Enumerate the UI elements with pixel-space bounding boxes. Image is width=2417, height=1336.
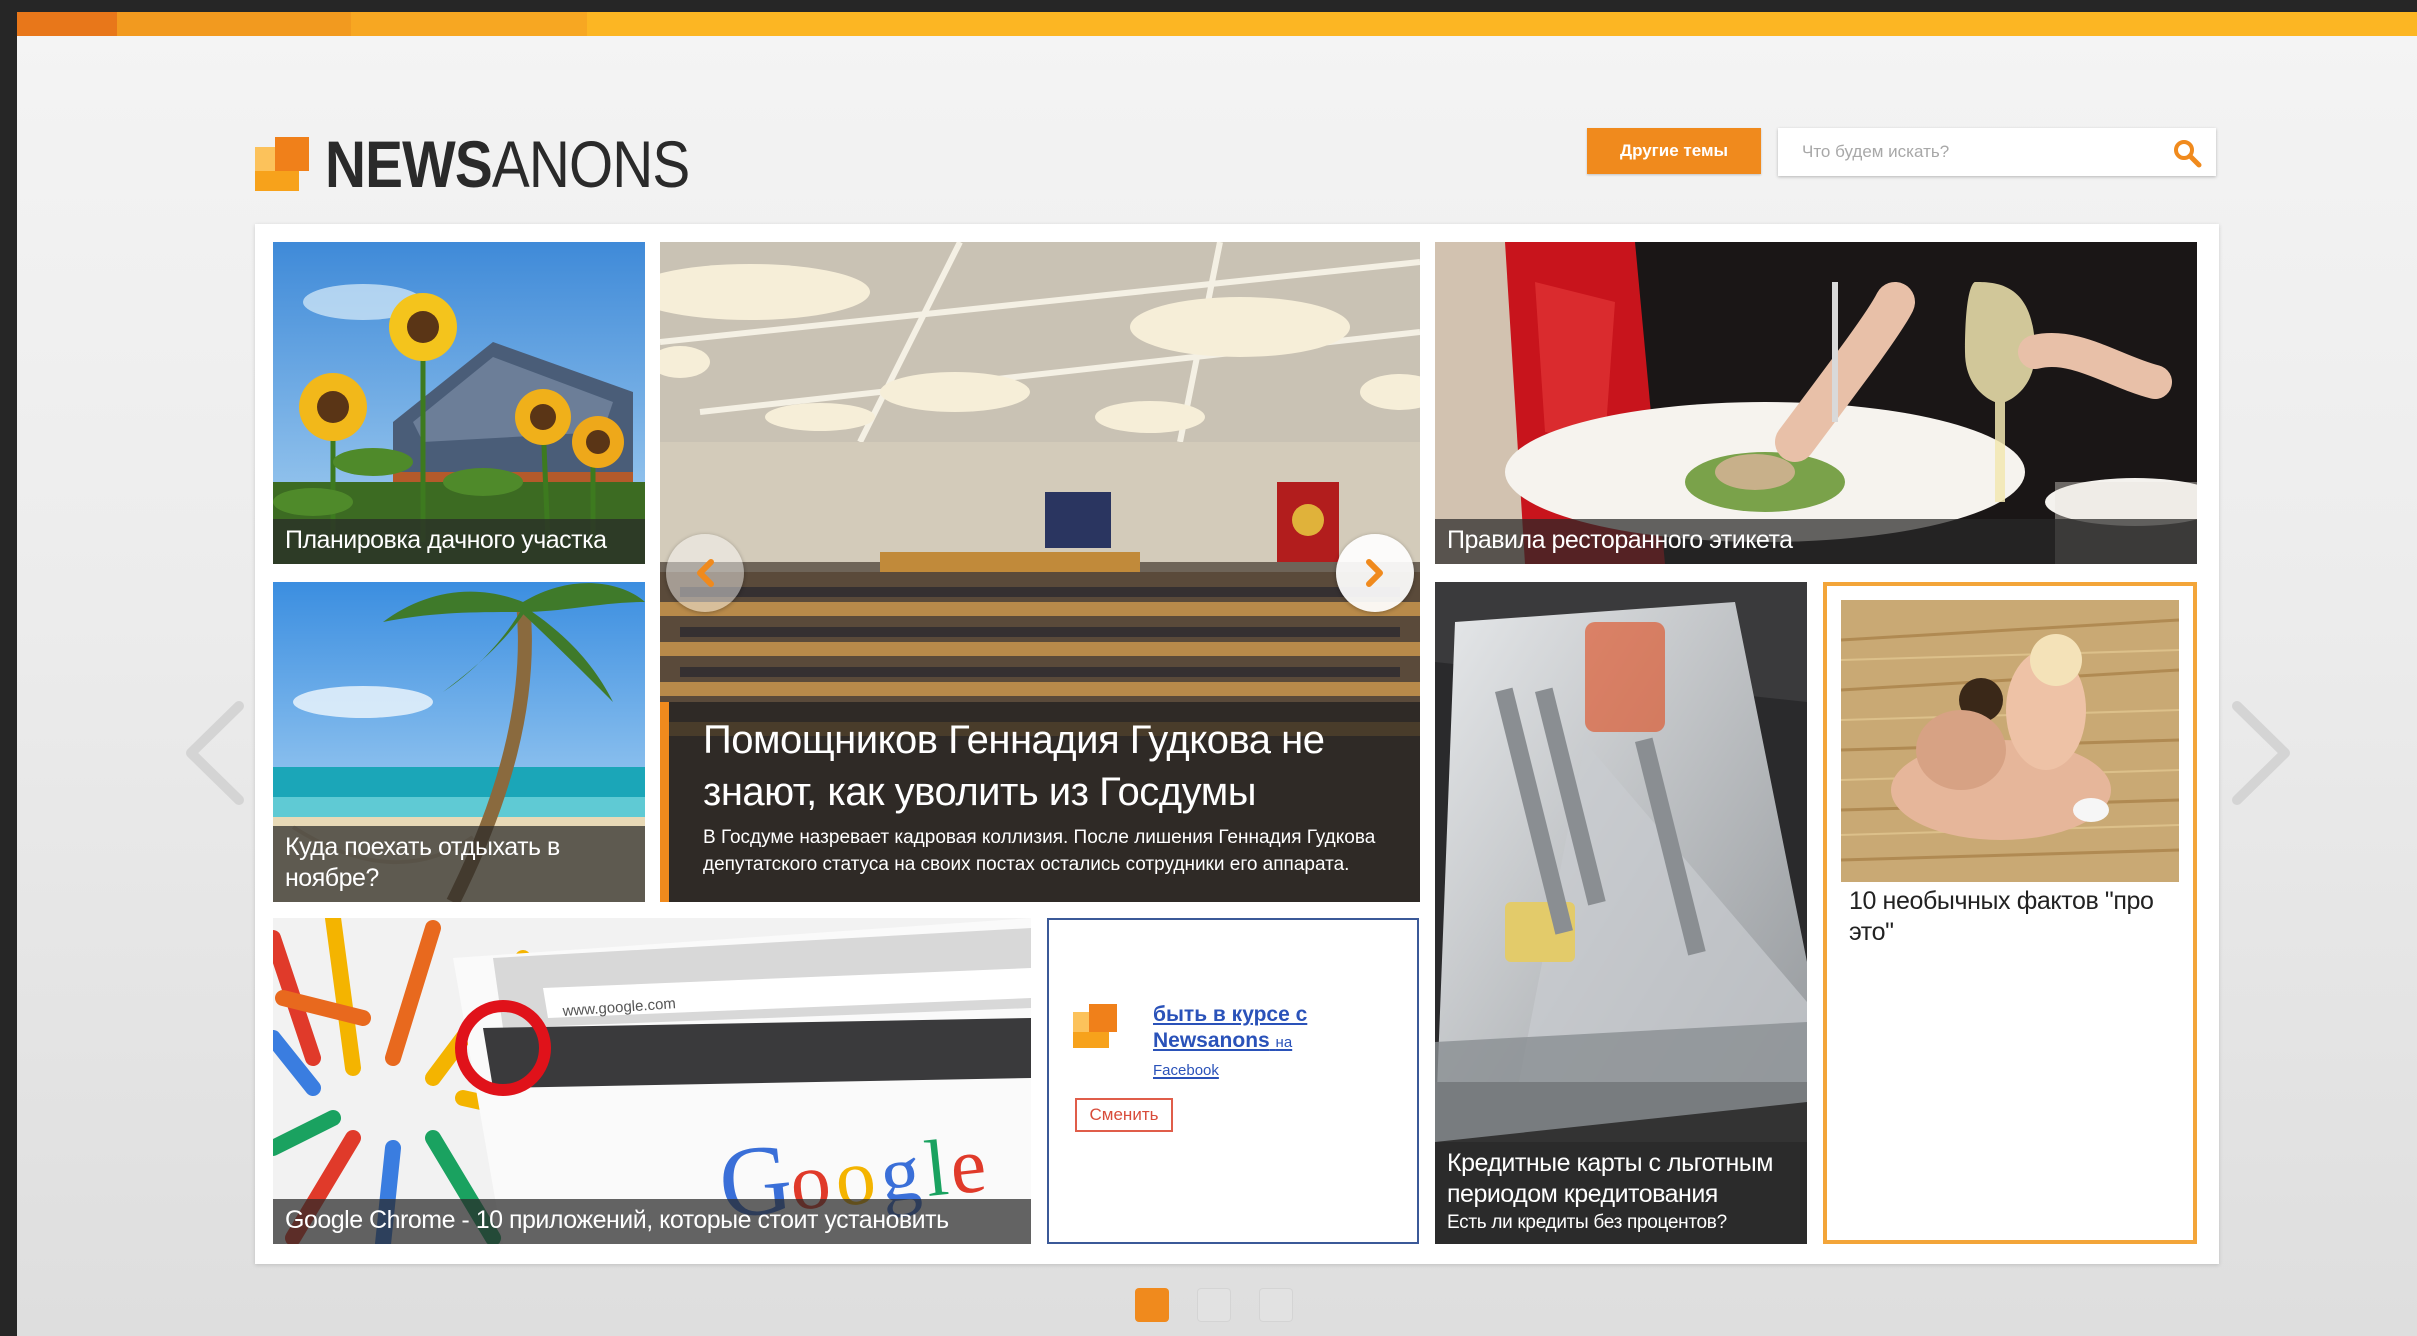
news-tile-credit-cards[interactable]: Кредитные карты с льготным периодом кред… (1435, 582, 1807, 1244)
chevron-left-icon (697, 559, 714, 587)
tile-caption: Google Chrome - 10 приложений, которые с… (273, 1199, 1031, 1244)
news-tile-restaurant[interactable]: Правила ресторанного этикета (1435, 242, 2197, 564)
garden-image (273, 242, 645, 564)
tile-caption: Правила ресторанного этикета (1435, 519, 2197, 564)
featured-description: В Госдуме назревает кадровая коллизия. П… (703, 827, 1376, 875)
slide-next-button[interactable] (1336, 534, 1414, 612)
restaurant-image (1435, 242, 2197, 564)
featured-title: Помощников Геннадия Гудкова не знают, ка… (703, 718, 1325, 814)
tile-caption: Куда поехать отдыхать в ноябре? (273, 826, 645, 902)
tile-caption: Планировка дачного участка (273, 519, 645, 564)
slide-prev-button[interactable] (666, 534, 744, 612)
pagination-dot-2[interactable] (1197, 1288, 1231, 1322)
top-accent-bar (17, 12, 2417, 36)
screen: NEWSANONS Другие темы Что будем искать? … (17, 12, 2417, 1336)
tile-caption-title: Кредитные карты с льготным периодом кред… (1447, 1149, 1773, 1208)
tile-caption-subtitle: Есть ли кредиты без процентов? (1447, 1212, 1727, 1233)
site-logo[interactable]: NEWSANONS (255, 124, 749, 204)
news-tile-garden[interactable]: Планировка дачного участка (273, 242, 645, 564)
facebook-follow-link[interactable]: быть в курсе с Newsanons на Facebook (1153, 1002, 1363, 1084)
change-button[interactable]: Сменить (1075, 1098, 1173, 1132)
news-tile-facts[interactable]: 10 необычных фактов "про это" (1823, 582, 2197, 1244)
newsanons-icon (1073, 1004, 1117, 1048)
pagination (1135, 1288, 1293, 1322)
google-chrome-image: www.google.com G o o g l e (273, 918, 1031, 1244)
tile-caption: 10 необычных фактов "про это" (1849, 887, 2154, 946)
logo-icon (255, 137, 309, 191)
news-tile-beach[interactable]: Куда поехать отдыхать в ноябре? (273, 582, 645, 902)
logo-text: NEWSANONS (325, 127, 690, 201)
featured-news-slide[interactable]: Помощников Геннадия Гудкова не знают, ка… (660, 242, 1420, 902)
couple-in-hay-image (1841, 600, 2179, 882)
pagination-dot-3[interactable] (1259, 1288, 1293, 1322)
news-tile-chrome[interactable]: www.google.com G o o g l e Google Chrome… (273, 918, 1031, 1244)
prev-page-arrow-icon[interactable] (179, 698, 249, 808)
tile-caption: Кредитные карты с льготным периодом кред… (1435, 1142, 1807, 1244)
search-icon[interactable] (2172, 138, 2202, 168)
news-grid-panel: Планировка дачного участка Куда поехать … (255, 224, 2219, 1264)
other-topics-button[interactable]: Другие темы (1587, 128, 1761, 174)
pagination-dot-1[interactable] (1135, 1288, 1169, 1322)
next-page-arrow-icon[interactable] (2227, 698, 2297, 808)
featured-caption: Помощников Геннадия Гудкова не знают, ка… (660, 702, 1420, 902)
facebook-widget: быть в курсе с Newsanons на Facebook Сме… (1047, 918, 1419, 1244)
chevron-right-icon (1366, 559, 1383, 587)
search-input[interactable] (1778, 128, 2148, 176)
search-box (1778, 128, 2216, 176)
